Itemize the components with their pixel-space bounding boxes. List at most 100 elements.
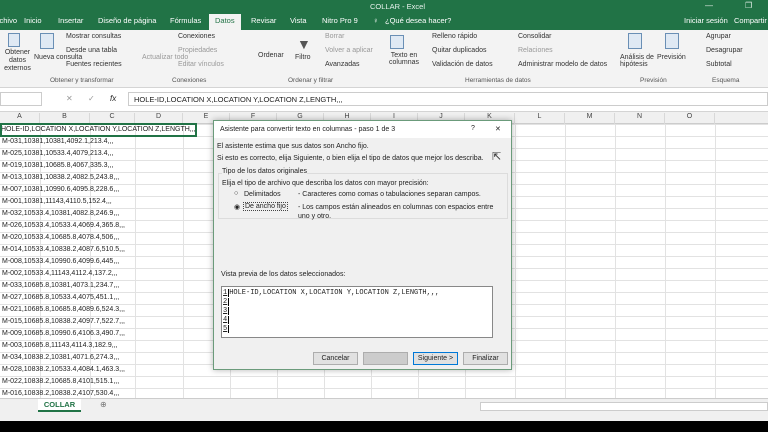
table-row[interactable]: M-034,10838.2,10381,4071.6,274.3,,, bbox=[2, 352, 119, 364]
data-preview[interactable]: 1 HOLE-ID,LOCATION X,LOCATION Y,LOCATION … bbox=[221, 286, 493, 338]
back-button[interactable]: < Atrás bbox=[363, 352, 408, 365]
actualizar-todo-button[interactable]: Actualizar todo bbox=[142, 54, 188, 61]
preview-row: 2 bbox=[223, 298, 230, 306]
analisis-hipotesis-button[interactable]: Análisis de hipótesis bbox=[620, 54, 656, 68]
column-header-b[interactable]: B bbox=[40, 113, 90, 124]
option-delimitados-label[interactable]: Delimitados bbox=[244, 191, 281, 198]
share-button[interactable]: Compartir bbox=[734, 16, 767, 25]
tab-datos[interactable]: Datos bbox=[209, 14, 241, 30]
administrar-modelo-button[interactable]: Administrar modelo de datos bbox=[518, 61, 607, 68]
table-row[interactable]: M-014,10533.4,10838.2,4087.6,510.5,,, bbox=[2, 244, 125, 256]
mostrar-consultas-button[interactable]: Mostrar consultas bbox=[66, 33, 121, 40]
table-row[interactable]: M-002,10533.4,11143,4112.4,137.2,,, bbox=[2, 268, 118, 280]
propiedades-button[interactable]: Propiedades bbox=[178, 47, 217, 54]
title-bar: COLLAR - Excel — ❐ bbox=[0, 0, 768, 13]
column-header-d[interactable]: D bbox=[135, 113, 183, 124]
group-prompt: Elija el tipo de archivo que describa lo… bbox=[222, 180, 429, 187]
texto-en-columnas-button[interactable]: Texto en columnas bbox=[386, 52, 422, 66]
finish-button[interactable]: Finalizar bbox=[463, 352, 508, 365]
table-row[interactable]: M-008,10533.4,10990.6,4099.6,445,,, bbox=[2, 256, 119, 268]
tab-nitro[interactable]: Nitro Pro 9 bbox=[322, 16, 358, 25]
avanzadas-button[interactable]: Avanzadas bbox=[325, 61, 360, 68]
minimize-icon[interactable]: — bbox=[705, 1, 713, 10]
volver-aplicar-button[interactable]: Volver a aplicar bbox=[325, 47, 373, 54]
nueva-consulta-button[interactable]: Nueva consulta bbox=[34, 54, 82, 61]
tab-archivo[interactable]: Archivo bbox=[0, 16, 17, 25]
tab-insertar[interactable]: Insertar bbox=[58, 16, 83, 25]
consolidar-button[interactable]: Consolidar bbox=[518, 33, 551, 40]
tab-diseno[interactable]: Diseño de página bbox=[98, 16, 156, 25]
ordenar-button[interactable]: Ordenar bbox=[258, 52, 284, 59]
column-header-a[interactable]: A bbox=[0, 113, 40, 124]
add-sheet-icon[interactable]: ⊕ bbox=[100, 400, 107, 409]
table-row[interactable]: M-007,10381,10990.6,4095.8,228.6,,, bbox=[2, 184, 119, 196]
text-to-columns-dialog: Asistente para convertir texto en column… bbox=[213, 120, 512, 370]
preview-label: Vista previa de los datos seleccionados: bbox=[221, 271, 346, 278]
table-row[interactable]: M-021,10685.8,10685.8,4089.6,524.3,,, bbox=[2, 304, 125, 316]
table-row[interactable]: M-020,10533.4,10685.8,4078.4,506,,, bbox=[2, 232, 119, 244]
signin-link[interactable]: Iniciar sesión bbox=[684, 16, 728, 25]
group-label: Ordenar y filtrar bbox=[288, 77, 334, 84]
filtro-button[interactable]: Filtro bbox=[295, 54, 311, 61]
table-row[interactable]: M-009,10685.8,10990.6,4106.3,490.7,,, bbox=[2, 328, 125, 340]
table-row[interactable]: M-013,10381,10838.2,4082.5,243.8,,, bbox=[2, 172, 119, 184]
sheet-tab-collar[interactable]: COLLAR bbox=[38, 399, 81, 412]
table-row[interactable]: M-027,10685.8,10533.4,4075,451.1,,, bbox=[2, 292, 119, 304]
conexiones-button[interactable]: Conexiones bbox=[178, 33, 215, 40]
borrar-button[interactable]: Borrar bbox=[325, 33, 344, 40]
radio-ancho-fijo[interactable]: ◉ bbox=[234, 203, 240, 211]
obtener-datos-button[interactable]: Obtener datos externos bbox=[1, 49, 34, 73]
next-button[interactable]: Siguiente > bbox=[413, 352, 458, 365]
horizontal-scrollbar[interactable] bbox=[480, 402, 768, 411]
confirm-icon[interactable]: ✓ bbox=[88, 94, 95, 103]
cancel-icon[interactable]: ✕ bbox=[66, 94, 73, 103]
editar-vinculos-button[interactable]: Editar vínculos bbox=[178, 61, 224, 68]
help-button[interactable]: ? bbox=[471, 125, 475, 132]
table-row[interactable]: M-026,10533.4,10533.4,4069.4,365.8,,, bbox=[2, 220, 125, 232]
desde-tabla-button[interactable]: Desde una tabla bbox=[66, 47, 117, 54]
name-box[interactable] bbox=[0, 92, 42, 106]
table-row[interactable]: M-015,10685.8,10838.2,4097.7,522.7,,, bbox=[2, 316, 125, 328]
table-row[interactable]: M-019,10381,10685.8,4067,335.3,,, bbox=[2, 160, 113, 172]
what-if-icon bbox=[628, 33, 642, 49]
column-header-m[interactable]: M bbox=[565, 113, 615, 124]
close-button[interactable]: ✕ bbox=[495, 125, 501, 133]
window-title: COLLAR - Excel bbox=[370, 2, 426, 11]
option-ancho-fijo-desc: - Los campos están alineados en columnas… bbox=[298, 204, 494, 220]
agrupar-button[interactable]: Agrupar bbox=[706, 33, 731, 40]
table-row[interactable]: M-001,10381,11143,4110.5,152.4,,, bbox=[2, 196, 112, 208]
relleno-rapido-button[interactable]: Relleno rápido bbox=[432, 33, 477, 40]
radio-delimitados[interactable]: ○ bbox=[234, 190, 238, 197]
table-row[interactable]: M-031,10381,10381,4092.1,213.4,,, bbox=[2, 136, 113, 148]
formula-input[interactable]: HOLE-ID,LOCATION X,LOCATION Y,LOCATION Z… bbox=[128, 92, 768, 106]
tab-vista[interactable]: Vista bbox=[290, 16, 307, 25]
tab-inicio[interactable]: Inicio bbox=[24, 16, 42, 25]
column-header-l[interactable]: L bbox=[515, 113, 565, 124]
option-delimitados-desc: - Caracteres como comas o tabulaciones s… bbox=[298, 191, 481, 198]
fx-icon[interactable]: fx bbox=[110, 94, 116, 103]
column-header-n[interactable]: N bbox=[615, 113, 665, 124]
column-header-c[interactable]: C bbox=[90, 113, 135, 124]
table-row[interactable]: HOLE-ID,LOCATION X,LOCATION Y,LOCATION Z… bbox=[0, 123, 197, 137]
column-header-o[interactable]: O bbox=[665, 113, 715, 124]
quitar-duplicados-button[interactable]: Quitar duplicados bbox=[432, 47, 486, 54]
tab-revisar[interactable]: Revisar bbox=[251, 16, 276, 25]
option-ancho-fijo-label[interactable]: De ancho fijo bbox=[243, 202, 288, 211]
table-row[interactable]: M-028,10838.2,10533.4,4084.1,463.3,,, bbox=[2, 364, 125, 376]
validacion-datos-button[interactable]: Validación de datos bbox=[432, 61, 493, 68]
table-row[interactable]: M-032,10533.4,10381,4082.8,246.9,,, bbox=[2, 208, 119, 220]
table-row[interactable]: M-003,10685.8,11143,4114.3,182.9,,, bbox=[2, 340, 118, 352]
relaciones-button[interactable]: Relaciones bbox=[518, 47, 553, 54]
table-row[interactable]: M-033,10685.8,10381,4073.1,234.7,,, bbox=[2, 280, 119, 292]
subtotal-button[interactable]: Subtotal bbox=[706, 61, 732, 68]
fuentes-recientes-button[interactable]: Fuentes recientes bbox=[66, 61, 122, 68]
tab-formulas[interactable]: Fórmulas bbox=[170, 16, 201, 25]
table-row[interactable]: M-022,10838.2,10685.8,4101,515.1,,, bbox=[2, 376, 119, 388]
desagrupar-button[interactable]: Desagrupar bbox=[706, 47, 743, 54]
external-data-icon bbox=[8, 33, 20, 47]
restore-icon[interactable]: ❐ bbox=[745, 1, 752, 10]
prevision-button[interactable]: Previsión bbox=[657, 54, 686, 61]
search-box[interactable]: ¿Qué desea hacer? bbox=[385, 16, 451, 25]
cancel-button[interactable]: Cancelar bbox=[313, 352, 358, 365]
table-row[interactable]: M-025,10381,10533.4,4079,213.4,,, bbox=[2, 148, 113, 160]
